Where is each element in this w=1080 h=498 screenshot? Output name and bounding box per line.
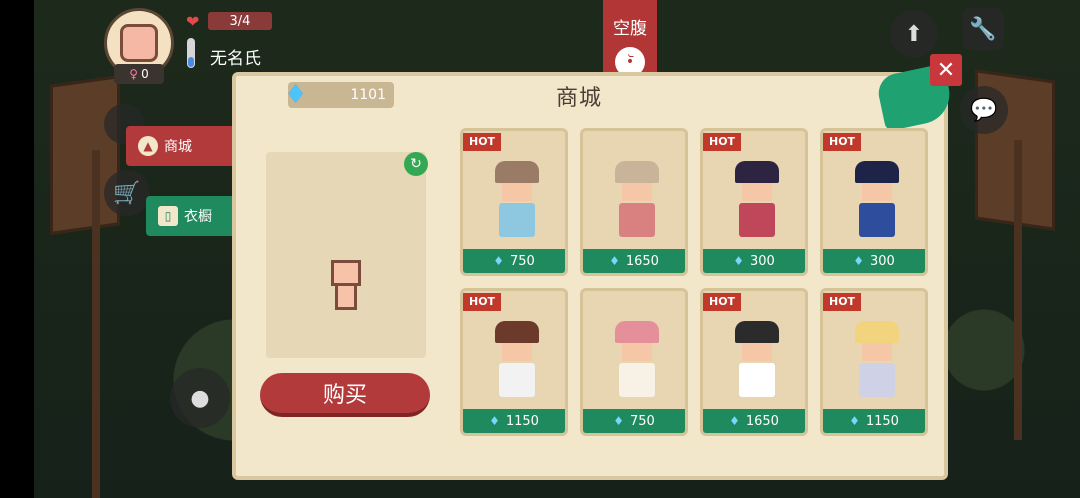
shop-item-card[interactable]: HOT ♦ 1650: [700, 288, 808, 436]
price-bar: ♦ 1650: [583, 249, 685, 273]
tab-shop[interactable]: ▲ 商城: [126, 126, 232, 166]
shop-item-card[interactable]: HOT ♦ 300: [820, 128, 928, 276]
shop-title: 商城: [556, 86, 603, 111]
shop-item-card[interactable]: HOT ♦ 1150: [460, 288, 568, 436]
price-bar: ♦ 750: [463, 249, 565, 273]
shop-item-card[interactable]: HOT ♦ 1150: [820, 288, 928, 436]
hp-bar: 3/4: [208, 12, 272, 30]
outfit-character: [615, 161, 659, 241]
price-value: 1650: [625, 253, 659, 269]
shop-item-card[interactable]: HOT ♦ 750: [460, 128, 568, 276]
hunger-status-tab[interactable]: 空腹 •᷅: [603, 0, 657, 82]
thermometer-icon: [187, 38, 195, 68]
close-button[interactable]: ✕: [930, 54, 962, 86]
diamond-icon: ♦: [489, 414, 500, 428]
hot-badge: HOT: [823, 293, 862, 311]
preview-character: [328, 260, 364, 314]
hot-badge: HOT: [463, 293, 502, 311]
price-value: 1650: [745, 413, 779, 429]
player-name: 无名氏: [210, 49, 261, 69]
shirt-icon: ▲: [138, 136, 158, 156]
gem-counter: ♦ 1101: [284, 80, 394, 110]
diamond-icon: ♦: [284, 80, 308, 110]
price-bar: ♦ 300: [823, 249, 925, 273]
cart-icon[interactable]: 🛒: [104, 170, 150, 216]
shop-item-card[interactable]: ♦ 1650: [580, 128, 688, 276]
wrench-icon[interactable]: 🔧: [962, 8, 1004, 50]
gem-count: 1101: [350, 87, 386, 103]
diamond-icon: ♦: [733, 254, 744, 268]
tab-wardrobe[interactable]: ▯ 衣橱: [146, 196, 232, 236]
gender-badge: ♀ 0: [114, 64, 164, 84]
hot-badge: HOT: [463, 133, 502, 151]
diamond-icon: ♦: [609, 254, 620, 268]
price-bar: ♦ 300: [703, 249, 805, 273]
diamond-icon: ♦: [853, 254, 864, 268]
price-value: 300: [869, 253, 895, 269]
tab-wardrobe-label: 衣橱: [184, 209, 212, 225]
buy-button[interactable]: 购买: [260, 373, 430, 417]
hot-badge: HOT: [823, 133, 862, 151]
joystick[interactable]: ●: [170, 368, 230, 428]
tab-shop-label: 商城: [164, 139, 192, 155]
outfit-character: [735, 161, 779, 241]
outfit-character: [615, 321, 659, 401]
outfit-character: [495, 321, 539, 401]
price-value: 300: [749, 253, 775, 269]
hunger-status-label: 空腹: [613, 19, 647, 39]
diamond-icon: ♦: [493, 254, 504, 268]
diamond-icon: ♦: [613, 414, 624, 428]
gender-count: 0: [141, 67, 149, 81]
avatar-face: [120, 24, 158, 62]
diamond-icon: ♦: [729, 414, 740, 428]
refresh-icon[interactable]: ↻: [404, 152, 428, 176]
post-right: [1014, 140, 1022, 440]
up-arrow-button[interactable]: ⬆: [890, 10, 938, 58]
female-icon: ♀: [129, 67, 139, 81]
hut-left: [50, 75, 120, 235]
outfit-character: [735, 321, 779, 401]
price-bar: ♦ 750: [583, 409, 685, 433]
outfit-character: [855, 321, 899, 401]
outfit-character: [855, 161, 899, 241]
shop-item-card[interactable]: HOT ♦ 300: [700, 128, 808, 276]
shop-item-card[interactable]: ♦ 750: [580, 288, 688, 436]
hot-badge: HOT: [703, 293, 742, 311]
price-bar: ♦ 1650: [703, 409, 805, 433]
price-value: 750: [629, 413, 655, 429]
price-value: 750: [509, 253, 535, 269]
outfit-character: [495, 161, 539, 241]
post-left: [92, 150, 100, 498]
diamond-icon: ♦: [849, 414, 860, 428]
price-value: 1150: [505, 413, 539, 429]
character-preview: [266, 152, 426, 358]
price-bar: ♦ 1150: [823, 409, 925, 433]
price-bar: ♦ 1150: [463, 409, 565, 433]
chat-icon[interactable]: 💬: [960, 86, 1008, 134]
price-value: 1150: [865, 413, 899, 429]
heart-icon: ❤: [186, 12, 200, 31]
hot-badge: HOT: [703, 133, 742, 151]
wardrobe-icon: ▯: [158, 206, 178, 226]
